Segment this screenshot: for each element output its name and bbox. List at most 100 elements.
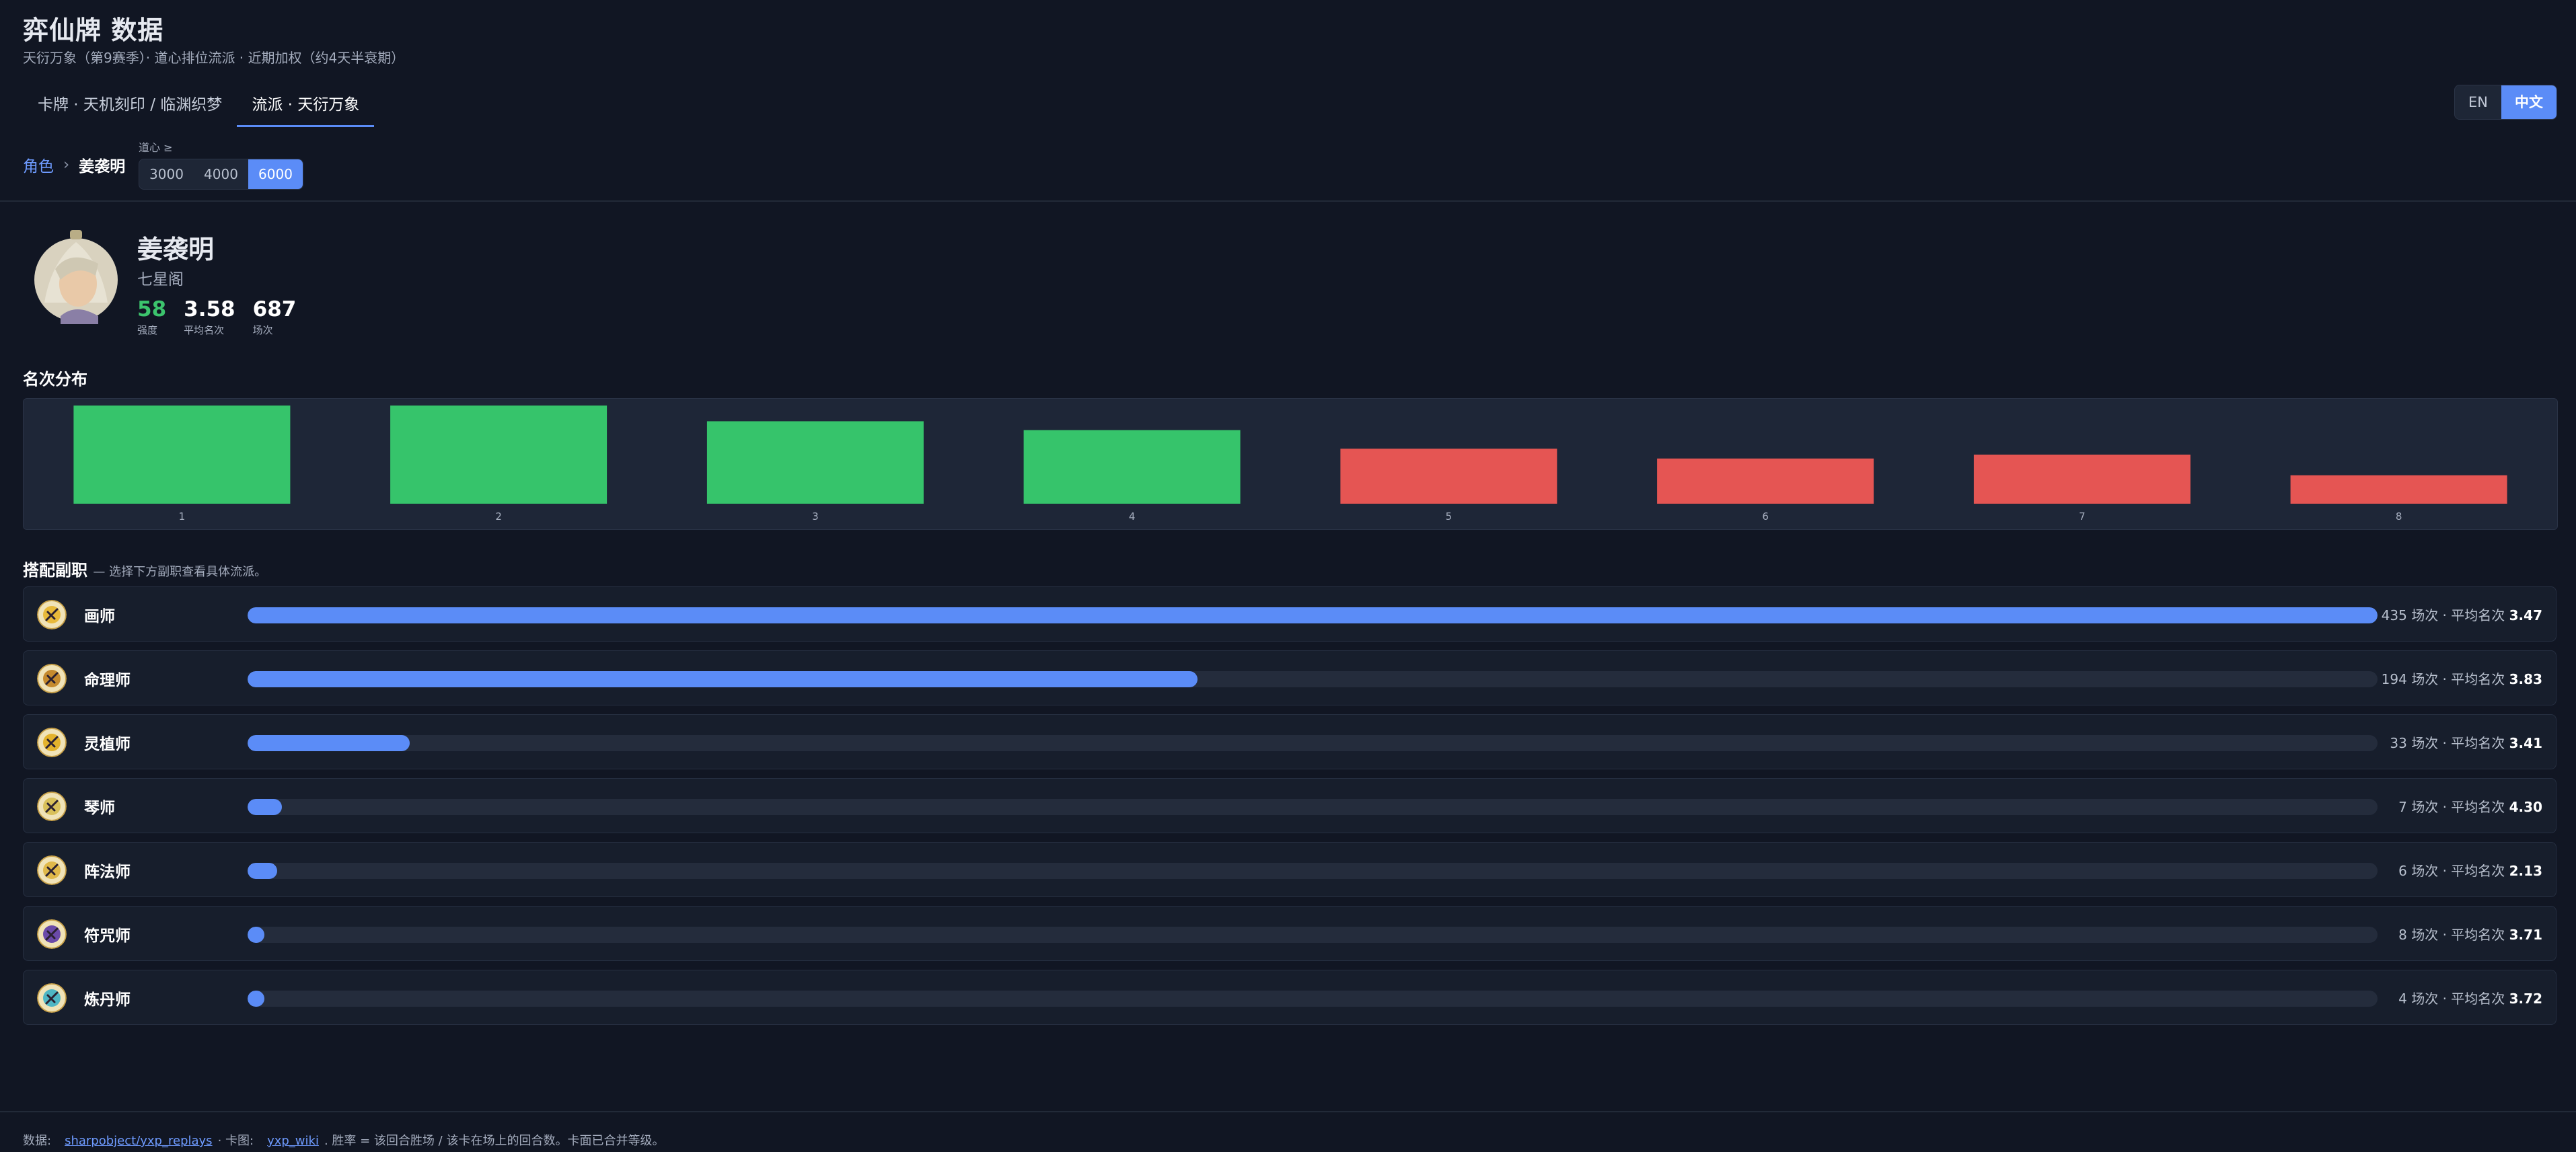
- profession-share-fill: [248, 799, 282, 815]
- profession-share-fill: [248, 927, 265, 943]
- profession-share-fill: [248, 607, 2378, 623]
- profession-count: 435 场次 · 平均名次: [2381, 607, 2505, 623]
- talisman-icon: [37, 919, 67, 949]
- profession-share-bar: [248, 607, 2378, 623]
- profession-name: 炼丹师: [84, 991, 131, 1009]
- profession-avg-place: 3.71: [2509, 927, 2542, 943]
- profession-share-bar: [248, 799, 2378, 815]
- dao-filter: 道心 ≥ 3000 4000 6000: [139, 139, 303, 190]
- dao-segmented-control: 3000 4000 6000: [139, 159, 303, 190]
- character-name: 姜袭明: [137, 235, 215, 264]
- profession-share-fill: [248, 863, 278, 879]
- placement-bar-chart: 1 2 3 4 5 6 7 8: [73, 406, 2507, 523]
- stat-strength: 58 强度: [137, 297, 166, 337]
- page-footer: 数据: sharpobject/yxp_replays · 卡图: yxp_wiki.…: [0, 1111, 2576, 1152]
- profession-count: 6 场次 · 平均名次: [2398, 863, 2505, 879]
- language-toggle: EN 中文: [2454, 85, 2557, 120]
- profession-row[interactable]: 炼丹师 4 场次 · 平均名次 3.72: [23, 970, 2556, 1025]
- profession-list: 画师 435 场次 · 平均名次 3.47 命理师 194 场次 · 平均名次 3.8…: [23, 586, 2556, 1034]
- profession-stats: 7 场次 · 平均名次 4.30: [2398, 796, 2542, 816]
- profession-name: 琴师: [84, 800, 115, 817]
- tab-cards[interactable]: 卡牌 · 天机刻印 / 临渊织梦: [23, 83, 237, 125]
- musician-icon: [37, 792, 67, 821]
- footer-replays-link[interactable]: sharpobject/yxp_replays: [65, 1134, 212, 1148]
- profession-avg-place: 2.13: [2509, 863, 2542, 879]
- character-stats: 58 强度 3.58 平均名次 687 场次: [137, 297, 296, 337]
- profession-name: 阵法师: [84, 863, 131, 881]
- profession-share-fill: [248, 671, 1198, 687]
- placement-bar-2: [390, 406, 608, 504]
- profession-row[interactable]: 命理师 194 场次 · 平均名次 3.83: [23, 650, 2556, 705]
- placement-tick-label: 8: [2396, 510, 2402, 523]
- placement-tick-label: 6: [1762, 510, 1769, 523]
- placement-tick-label: 3: [812, 510, 819, 523]
- placement-tick-label: 1: [179, 510, 186, 523]
- professions-title: 搭配副职: [23, 561, 87, 580]
- profession-count: 4 场次 · 平均名次: [2398, 991, 2505, 1007]
- profession-name: 命理师: [84, 672, 131, 689]
- profession-avg-place: 4.30: [2509, 799, 2542, 815]
- dao-filter-label: 道心 ≥: [139, 141, 173, 154]
- stat-games: 687 场次: [253, 297, 297, 337]
- breadcrumb-separator: ›: [63, 156, 70, 174]
- profession-name: 符咒师: [84, 927, 131, 945]
- stat-avg-place-value: 3.58: [184, 297, 235, 321]
- breadcrumb-current: 姜袭明: [79, 158, 126, 176]
- footer-suffix: . 胜率 = 该回合胜场 / 该卡在场上的回合数。卡面已合并等级。: [324, 1134, 665, 1148]
- professions-note: — 选择下方副职查看具体流派。: [93, 565, 267, 579]
- alchemist-icon: [37, 983, 67, 1013]
- lang-en-button[interactable]: EN: [2455, 85, 2501, 119]
- placement-tick-label: 4: [1129, 510, 1136, 523]
- placement-bar-4: [1023, 430, 1241, 504]
- profession-row[interactable]: 阵法师 6 场次 · 平均名次 2.13: [23, 842, 2556, 897]
- stat-avg-place-label: 平均名次: [184, 324, 225, 336]
- breadcrumb: 角色 › 姜袭明: [23, 153, 125, 176]
- profession-count: 8 场次 · 平均名次: [2398, 927, 2505, 943]
- footer-mid: · 卡图:: [217, 1134, 254, 1148]
- profession-name: 画师: [84, 608, 115, 625]
- stat-strength-value: 58: [137, 297, 167, 321]
- breadcrumb-root-link[interactable]: 角色: [23, 153, 54, 176]
- profession-share-bar: [248, 927, 2378, 943]
- placement-bar-1: [73, 406, 291, 504]
- profession-stats: 33 场次 · 平均名次 3.41: [2390, 732, 2542, 752]
- botanist-icon: [37, 728, 67, 757]
- profession-stats: 194 场次 · 平均名次 3.83: [2382, 668, 2542, 688]
- placement-chart: 1 2 3 4 5 6 7 8: [23, 398, 2558, 530]
- stat-strength-label: 强度: [137, 324, 158, 336]
- profession-row[interactable]: 符咒师 8 场次 · 平均名次 3.71: [23, 906, 2556, 961]
- page-title: 弈仙牌 数据: [23, 15, 164, 45]
- lang-zh-button[interactable]: 中文: [2501, 85, 2556, 119]
- placement-tick-label: 5: [1446, 510, 1452, 523]
- character-sect: 七星阁: [137, 271, 184, 289]
- placement-bar-3: [706, 421, 924, 504]
- profession-stats: 8 场次 · 平均名次 3.71: [2398, 924, 2542, 944]
- character-portrait: [31, 222, 121, 324]
- formation-master-icon: [37, 855, 67, 885]
- dao-option-3000[interactable]: 3000: [139, 159, 194, 189]
- dao-option-6000[interactable]: 6000: [248, 159, 303, 189]
- tab-archetypes[interactable]: 流派 · 天衍万象: [237, 83, 375, 127]
- profession-count: 33 场次 · 平均名次: [2390, 735, 2505, 751]
- stat-games-value: 687: [252, 297, 297, 321]
- profession-row[interactable]: 灵植师 33 场次 · 平均名次 3.41: [23, 714, 2556, 769]
- profession-stats: 435 场次 · 平均名次 3.47: [2382, 605, 2542, 624]
- dao-option-4000[interactable]: 4000: [194, 159, 248, 189]
- profession-avg-place: 3.41: [2509, 735, 2542, 751]
- footer-text: 数据: sharpobject/yxp_replays · 卡图: yxp_wiki.…: [23, 1131, 664, 1149]
- character-profile: 姜袭明 七星阁 58 强度 3.58 平均名次 687 场次: [23, 218, 628, 346]
- placement-section-title: 名次分布: [23, 370, 87, 389]
- footer-wiki-link[interactable]: yxp_wiki: [267, 1134, 319, 1148]
- footer-prefix: 数据:: [23, 1134, 52, 1148]
- page-header: 弈仙牌 数据 天衍万象（第9赛季）· 道心排位流派 · 近期加权（约4天半衰期）…: [0, 0, 2576, 202]
- profession-share-bar: [248, 991, 2378, 1007]
- painter-icon: [37, 600, 67, 629]
- profession-avg-place: 3.72: [2509, 991, 2542, 1007]
- profession-share-bar: [248, 735, 2378, 751]
- profession-row[interactable]: 琴师 7 场次 · 平均名次 4.30: [23, 778, 2556, 833]
- profession-avg-place: 3.47: [2509, 607, 2542, 623]
- profession-row[interactable]: 画师 435 场次 · 平均名次 3.47: [23, 586, 2556, 642]
- profession-avg-place: 3.83: [2509, 671, 2542, 687]
- profession-stats: 6 场次 · 平均名次 2.13: [2398, 860, 2542, 880]
- profession-count: 194 场次 · 平均名次: [2381, 671, 2505, 687]
